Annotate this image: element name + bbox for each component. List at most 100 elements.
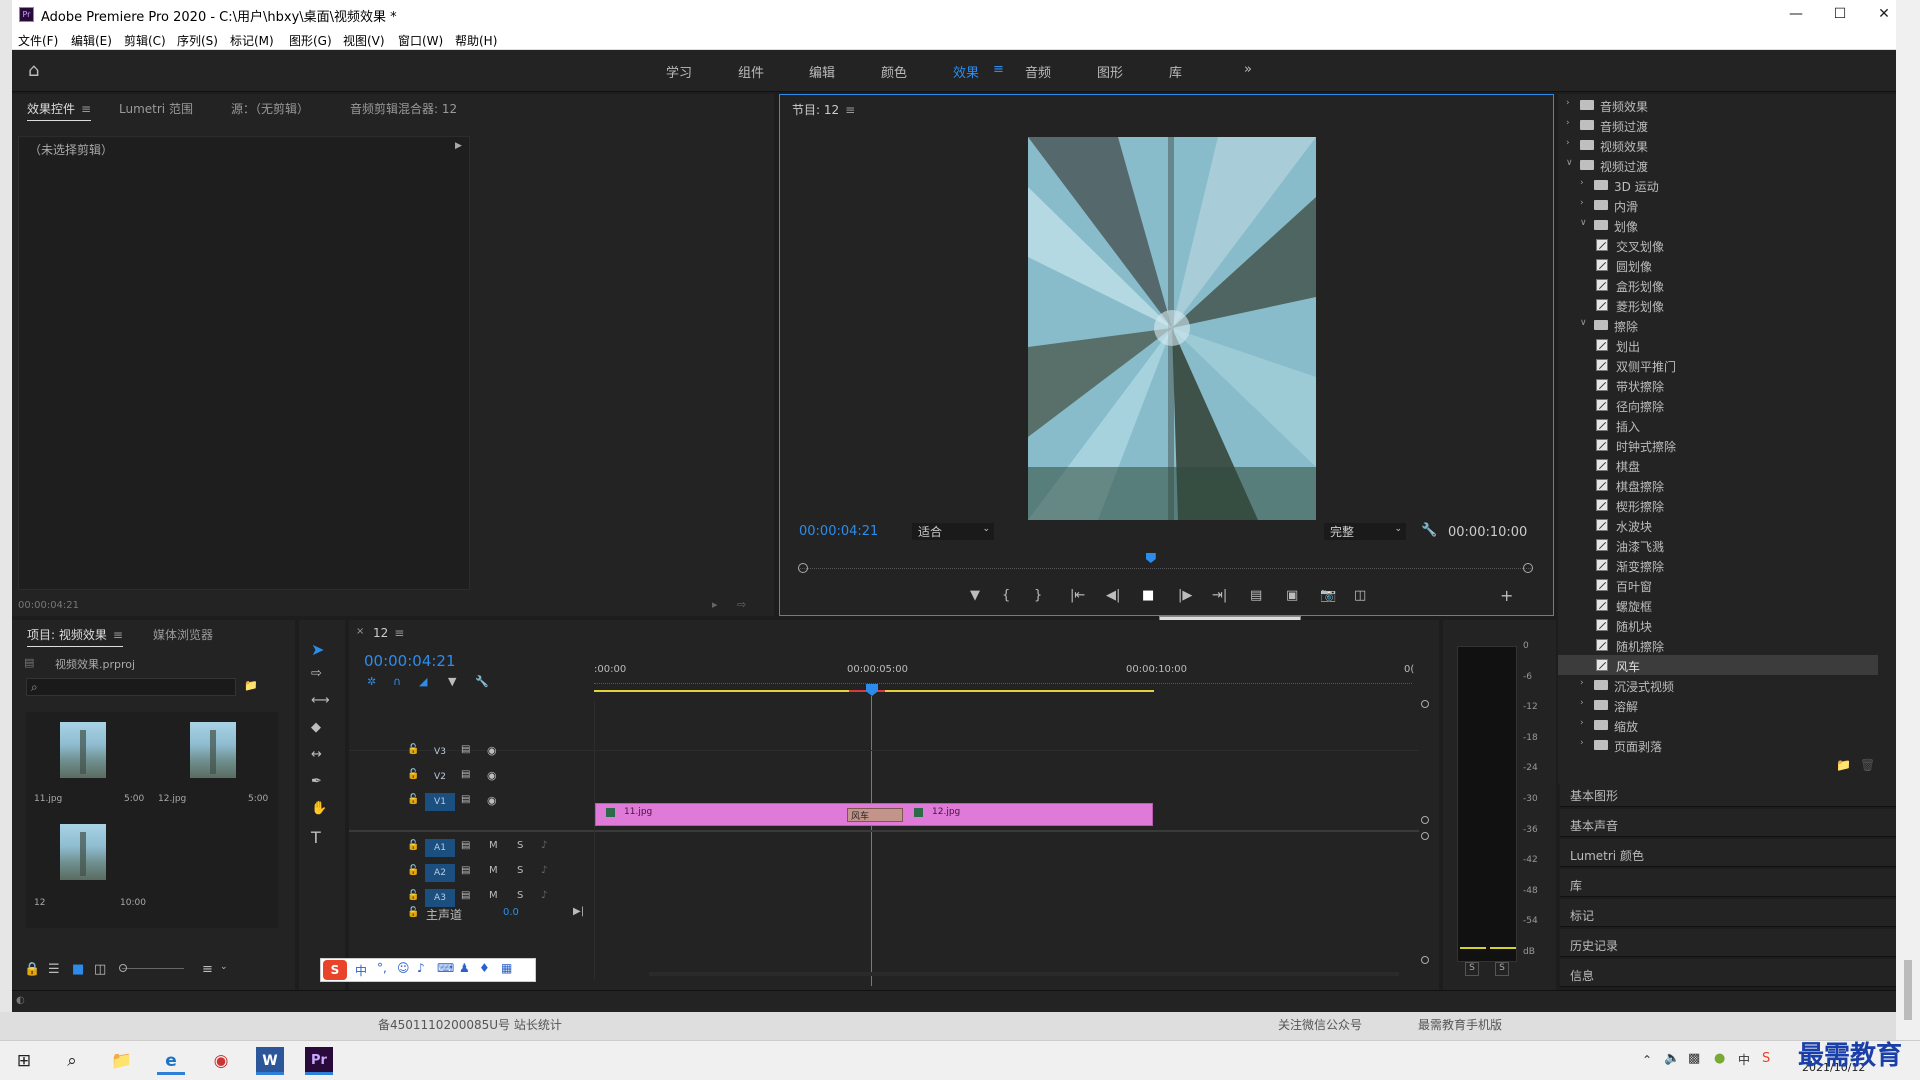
delete-icon[interactable]: 🗑: [1860, 758, 1875, 772]
eye-icon[interactable]: ◉: [487, 744, 497, 757]
mute-button[interactable]: M: [489, 890, 498, 901]
browser-scrollbar[interactable]: [1896, 0, 1920, 1040]
chevron-right-icon[interactable]: ›: [1580, 738, 1584, 748]
pinwheel-transition[interactable]: 风车: [847, 808, 903, 822]
export-icon[interactable]: ⇨: [737, 598, 746, 611]
linked-selection-icon[interactable]: ◢: [419, 675, 427, 688]
close-tab-icon[interactable]: ×: [356, 626, 364, 637]
tab-source[interactable]: 源：（无剪辑）: [231, 100, 309, 117]
freeform-view-icon[interactable]: ◫: [94, 962, 106, 977]
export-frame-icon[interactable]: 📷: [1320, 588, 1336, 603]
chevron-right-icon[interactable]: ›: [1580, 678, 1584, 688]
close-button[interactable]: ✕: [1864, 3, 1896, 27]
lock-icon[interactable]: 🔓: [407, 840, 419, 851]
effects-tree-item[interactable]: 油漆飞溅: [1558, 535, 1878, 555]
eye-icon[interactable]: ◉: [487, 794, 497, 807]
effects-tree-item[interactable]: 风车: [1558, 655, 1878, 675]
tab-effect-controls[interactable]: 效果控件 ≡: [27, 100, 92, 121]
punctuation-icon[interactable]: °,: [377, 961, 387, 975]
menu-edit[interactable]: 编辑(E): [71, 32, 112, 49]
hand-tool-icon[interactable]: ✋: [311, 801, 327, 816]
effects-tree-item[interactable]: 随机块: [1558, 615, 1878, 635]
slip-tool-icon[interactable]: ↔: [311, 747, 322, 762]
extract-icon[interactable]: ▣: [1286, 588, 1298, 603]
solo-button[interactable]: S: [517, 865, 523, 876]
tray-app-icon[interactable]: ●: [1714, 1051, 1725, 1066]
toolbox-icon[interactable]: ▦: [501, 961, 512, 975]
snap-icon[interactable]: ∩: [393, 675, 401, 688]
pen-tool-icon[interactable]: ✒: [311, 774, 322, 789]
effects-tree-item[interactable]: › 页面剥落: [1558, 735, 1878, 755]
mute-button[interactable]: M: [489, 840, 498, 851]
effects-tree-item[interactable]: 带状擦除: [1558, 375, 1878, 395]
track-target[interactable]: V2: [425, 768, 455, 786]
windows-start-icon[interactable]: ⊞: [10, 1047, 38, 1075]
tray-chevron-icon[interactable]: ⌃: [1642, 1053, 1652, 1067]
effects-tree-item[interactable]: › 内滑: [1558, 195, 1878, 215]
program-scrubber[interactable]: [798, 553, 1533, 573]
solo-button[interactable]: S: [517, 840, 523, 851]
effects-tree-item[interactable]: 菱形划像: [1558, 295, 1878, 315]
scroll-handle[interactable]: [1421, 956, 1429, 964]
menu-sequence[interactable]: 序列(S): [177, 32, 218, 49]
side-section-header[interactable]: 信息: [1560, 959, 1896, 987]
network-icon[interactable]: ▩: [1688, 1051, 1700, 1066]
mark-out-icon[interactable]: }: [1034, 588, 1042, 603]
chevron-right-icon[interactable]: ›: [1580, 718, 1584, 728]
sync-lock-icon[interactable]: ▤: [461, 769, 470, 780]
microphone-icon[interactable]: ♪: [417, 961, 425, 975]
effects-tree-item[interactable]: ∨ 擦除: [1558, 315, 1878, 335]
lock-icon[interactable]: 🔓: [407, 769, 419, 780]
effects-tree-item[interactable]: 交叉划像: [1558, 235, 1878, 255]
side-section-header[interactable]: 标记: [1560, 899, 1896, 927]
workspace-graphics[interactable]: 图形: [1097, 62, 1123, 81]
in-handle[interactable]: [798, 563, 808, 573]
menu-window[interactable]: 窗口(W): [398, 32, 443, 49]
mute-button[interactable]: M: [489, 865, 498, 876]
menu-help[interactable]: 帮助(H): [455, 32, 497, 49]
emoji-icon[interactable]: ☺: [397, 961, 410, 975]
wrench-icon[interactable]: 🔧: [1421, 523, 1437, 538]
chevron-down-icon[interactable]: ⌄: [220, 962, 228, 972]
user-icon[interactable]: ♟: [459, 961, 470, 975]
sort-icon[interactable]: ≡: [202, 962, 213, 977]
effects-tree-item[interactable]: 划出: [1558, 335, 1878, 355]
menu-view[interactable]: 视图(V): [343, 32, 385, 49]
program-timecode[interactable]: 00:00:04:21: [799, 524, 878, 539]
effects-tree-item[interactable]: ∨ 划像: [1558, 215, 1878, 235]
tab-media-browser[interactable]: 媒体浏览器: [153, 626, 213, 643]
maximize-button[interactable]: ☐: [1820, 3, 1860, 27]
project-search-input[interactable]: ⌕: [26, 678, 236, 696]
program-monitor-title[interactable]: 节目: 12 ≡: [792, 101, 855, 118]
ime-mode[interactable]: 中: [355, 962, 367, 979]
solo-button[interactable]: S: [517, 890, 523, 901]
menu-graphics[interactable]: 图形(G): [289, 32, 332, 49]
side-section-header[interactable]: 基本图形: [1560, 779, 1896, 807]
go-to-out-icon[interactable]: ⇥|: [1212, 588, 1227, 603]
sogou-tray-icon[interactable]: S: [1762, 1051, 1770, 1066]
chevron-right-icon[interactable]: ›: [1566, 98, 1570, 108]
icon-view-icon[interactable]: ■: [72, 962, 84, 977]
go-to-in-icon[interactable]: |⇤: [1070, 588, 1085, 603]
premiere-taskbar-icon[interactable]: Pr: [305, 1047, 333, 1075]
volume-icon[interactable]: 🔈: [1664, 1051, 1680, 1066]
track-target[interactable]: A1: [425, 839, 455, 857]
timeline-settings-icon[interactable]: 🔧: [475, 675, 489, 688]
screen-capture-icon[interactable]: ◉: [207, 1047, 235, 1075]
lock-icon[interactable]: 🔓: [407, 890, 419, 901]
chevron-down-icon[interactable]: ∨: [1580, 218, 1587, 228]
out-handle[interactable]: [1523, 563, 1533, 573]
menu-clip[interactable]: 剪辑(C): [124, 32, 166, 49]
mark-in-icon[interactable]: {: [1002, 588, 1010, 603]
workspace-audio[interactable]: 音频: [1025, 62, 1051, 81]
workspace-learning[interactable]: 学习: [666, 62, 692, 81]
effects-tree-item[interactable]: › 音频效果: [1558, 95, 1878, 115]
horizontal-scrollbar[interactable]: [649, 972, 1399, 976]
microphone-icon[interactable]: ♪: [541, 890, 547, 901]
workspace-libraries[interactable]: 库: [1169, 62, 1182, 81]
filter-icon[interactable]: ▸: [712, 598, 718, 611]
step-forward-icon[interactable]: |▶: [1178, 588, 1192, 603]
ripple-edit-tool-icon[interactable]: ⟷: [311, 693, 330, 708]
workspace-effects[interactable]: 效果: [953, 62, 979, 81]
chevron-down-icon[interactable]: ∨: [1580, 318, 1587, 328]
